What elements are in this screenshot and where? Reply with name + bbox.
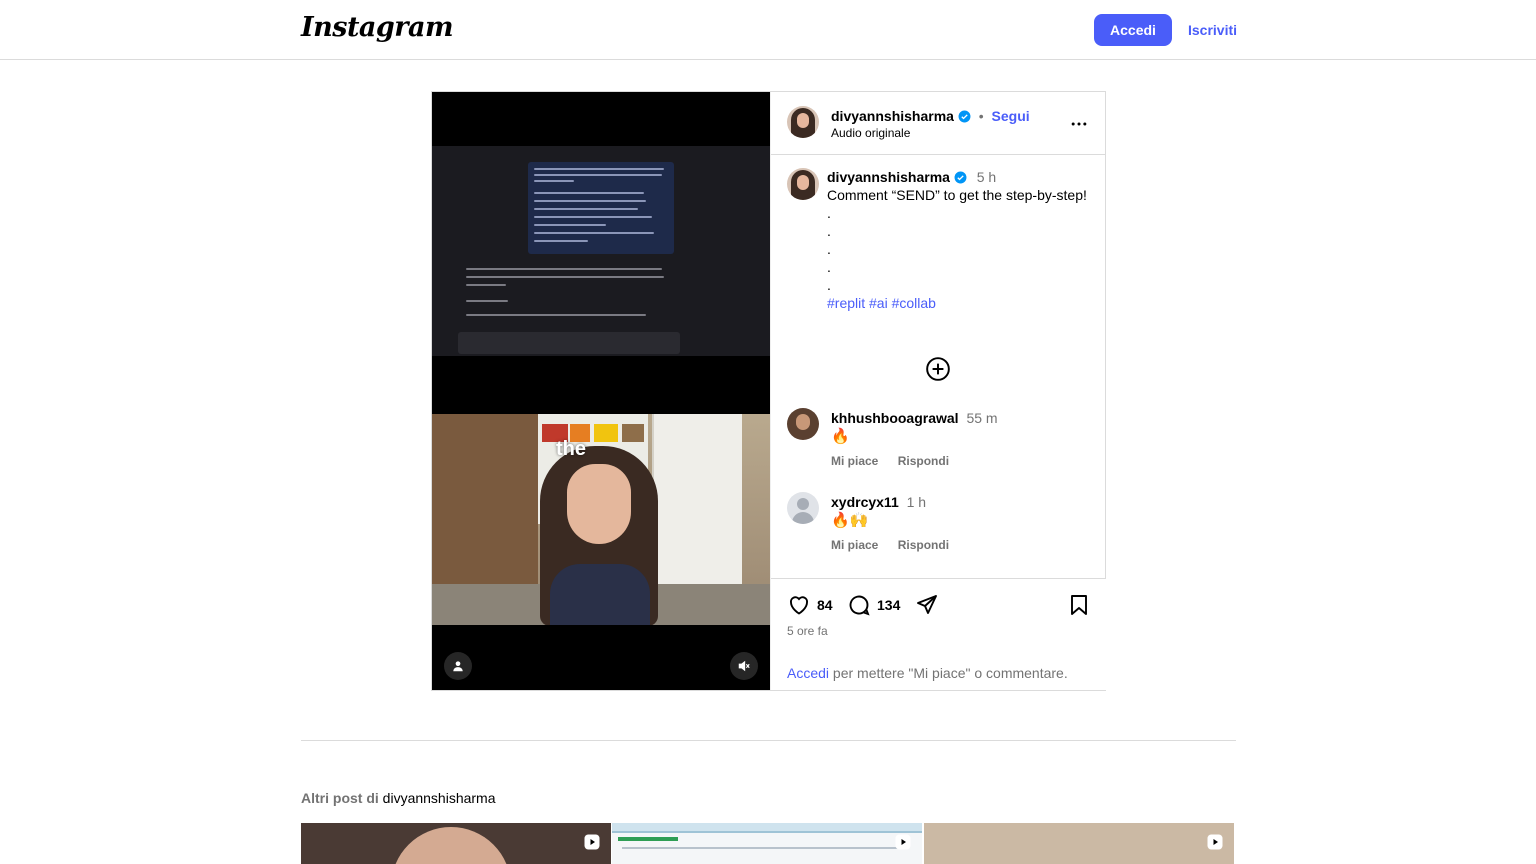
verified-icon xyxy=(954,171,967,184)
more-icon[interactable] xyxy=(1069,114,1089,134)
more-posts-label: Altri post di xyxy=(301,790,383,806)
caption-hashtags[interactable]: #replit #ai #collab xyxy=(827,294,1089,312)
default-avatar-icon[interactable] xyxy=(787,492,819,524)
comment-reply-button[interactable]: Rispondi xyxy=(898,538,949,552)
commenter-avatar[interactable] xyxy=(787,408,819,440)
login-prompt-link[interactable]: Accedi xyxy=(787,665,829,681)
post-side-panel: divyannshisharma • Segui Audio originale… xyxy=(770,92,1106,690)
post-caption: divyannshisharma 5 h Comment “SEND” to g… xyxy=(827,168,1089,312)
comment-like-button[interactable]: Mi piace xyxy=(831,538,878,552)
commenter-username[interactable]: khhushbooagrawal xyxy=(831,410,959,426)
mute-icon xyxy=(738,660,750,672)
more-post-thumbnail[interactable] xyxy=(612,823,922,864)
login-prompt-text: per mettere "Mi piace" o commentare. xyxy=(829,665,1068,681)
reel-icon xyxy=(1207,834,1223,850)
login-button[interactable]: Accedi xyxy=(1094,14,1172,46)
webcam-view xyxy=(432,414,770,625)
caption-author-avatar[interactable] xyxy=(787,168,819,200)
post-timestamp: 5 ore fa xyxy=(787,624,828,638)
add-circle-icon[interactable] xyxy=(925,356,951,382)
heart-icon[interactable] xyxy=(787,593,811,617)
more-posts-user[interactable]: divyannshisharma xyxy=(383,790,496,806)
comment-text: 🔥🙌 xyxy=(831,512,869,529)
login-prompt: Accedi per mettere "Mi piace" o commenta… xyxy=(787,665,1068,681)
comment-text: 🔥 xyxy=(831,428,850,445)
comment-count[interactable]: 134 xyxy=(877,597,900,613)
screen-recording xyxy=(432,146,770,356)
comment-time: 1 h xyxy=(906,494,927,510)
follow-button[interactable]: Segui xyxy=(992,108,1030,124)
comment-icon[interactable] xyxy=(847,593,871,617)
caption-author-username[interactable]: divyannshisharma xyxy=(827,169,950,185)
more-post-thumbnail[interactable] xyxy=(301,823,611,864)
more-posts-heading: Altri post di divyannshisharma xyxy=(301,790,496,806)
post-card: the divyannshisharma • Segui Audio origi… xyxy=(431,91,1106,691)
header-separator: • xyxy=(978,108,984,124)
caption-text: Comment “SEND” to get the step-by-step! xyxy=(827,187,1087,203)
signup-link[interactable]: Iscriviti xyxy=(1188,22,1237,38)
video-caption-word: the xyxy=(556,438,586,460)
like-count[interactable]: 84 xyxy=(817,597,833,613)
post-actions: 84 134 5 ore fa Accedi per mettere "Mi p… xyxy=(771,578,1106,690)
bookmark-icon[interactable] xyxy=(1067,593,1091,617)
reel-icon xyxy=(895,834,911,850)
post-header: divyannshisharma • Segui Audio originale xyxy=(771,92,1106,155)
top-nav: Instagram Accedi Iscriviti xyxy=(0,0,1536,60)
reel-icon xyxy=(584,834,600,850)
instagram-logo[interactable]: Instagram xyxy=(301,12,454,43)
more-post-thumbnail[interactable] xyxy=(924,823,1234,864)
verified-icon xyxy=(958,110,971,123)
post-video[interactable]: the xyxy=(432,92,770,690)
author-username[interactable]: divyannshisharma xyxy=(831,108,954,124)
author-avatar[interactable] xyxy=(787,106,819,138)
caption-dots: . . . . . xyxy=(827,205,831,293)
user-tag-icon xyxy=(453,661,463,672)
comment-like-button[interactable]: Mi piace xyxy=(831,454,878,468)
section-divider xyxy=(301,740,1236,741)
tagged-users-button[interactable] xyxy=(444,652,472,680)
commenter-username[interactable]: xydrcyx11 xyxy=(831,494,899,510)
caption-time: 5 h xyxy=(976,169,997,185)
share-icon[interactable] xyxy=(915,593,939,617)
comment-reply-button[interactable]: Rispondi xyxy=(898,454,949,468)
audio-link[interactable]: Audio originale xyxy=(831,126,910,140)
prompt-box xyxy=(528,162,674,254)
comment-time: 55 m xyxy=(966,410,998,426)
chat-input-bar xyxy=(458,332,680,354)
mute-button[interactable] xyxy=(730,652,758,680)
